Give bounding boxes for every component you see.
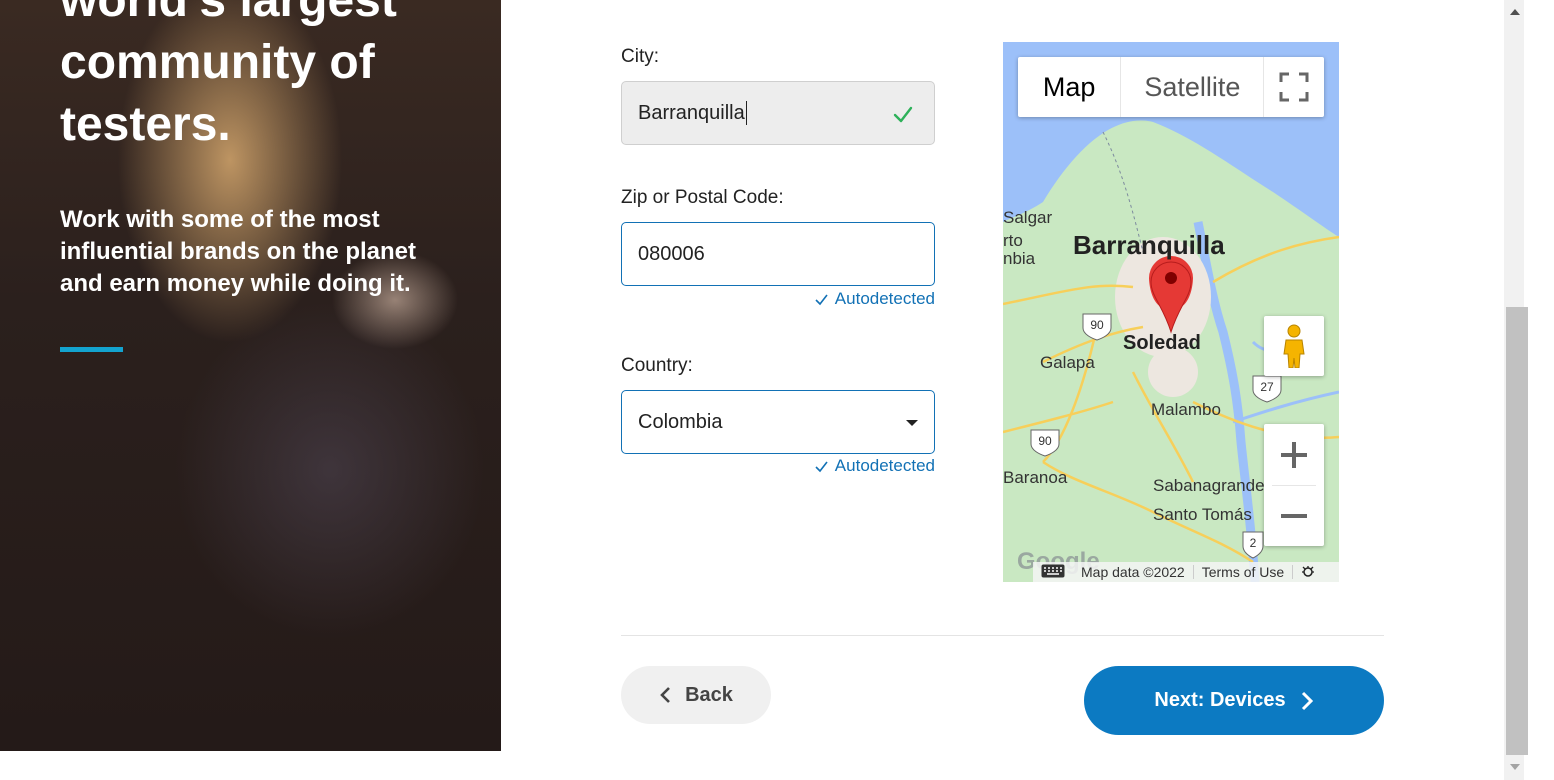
satellite-view-button[interactable]: Satellite [1121,57,1265,117]
map-label-santo-tomas: Santo Tomás [1153,505,1252,524]
map-view-button[interactable]: Map [1018,57,1122,117]
fullscreen-button[interactable] [1264,57,1324,117]
map-label-galapa: Galapa [1040,353,1095,372]
map-data-text: Map data ©2022 [1081,564,1185,580]
city-value: Barranquilla [638,101,745,124]
valid-check-icon [893,106,913,123]
road-shield-label: 90 [1090,318,1104,332]
map-type-control: Map Satellite [1018,57,1324,117]
fullscreen-icon [1279,72,1309,102]
chevron-right-icon [1301,691,1313,710]
city-label: City: [621,46,659,67]
map-footer: Map data ©2022 Terms of Use [1033,562,1339,582]
pegman-icon [1283,324,1305,368]
keyboard-icon [1041,564,1065,577]
country-value: Colombia [638,410,723,433]
next-devices-button[interactable]: Next: Devices [1084,666,1384,735]
hero-title: world's largest community of testers. [60,0,397,151]
hero-panel: world's largest community of testers. Wo… [0,0,501,751]
map-label-barranquilla: Barranquilla [1073,230,1225,260]
road-shield-label: 90 [1038,434,1052,448]
zip-input[interactable]: 080006 [621,222,935,286]
report-error-button[interactable] [1293,564,1323,581]
hero-subtitle: Work with some of the most influential b… [60,206,417,297]
scroll-up-arrow-icon[interactable] [1510,9,1520,15]
back-button[interactable]: Back [621,666,771,724]
text-caret [745,101,747,125]
location-map[interactable]: 90 90 27 2 Barranquilla Soledad Salgar r… [1003,42,1339,582]
dropdown-arrow-icon [906,420,918,426]
map-label-baranoa: Baranoa [1003,468,1068,487]
map-label-malambo: Malambo [1151,400,1221,419]
city-input[interactable]: Barranquilla [621,81,935,145]
zoom-divider [1272,485,1316,486]
map-label-colombia-partial: nbia [1003,249,1036,268]
map-label-soledad: Soledad [1123,332,1201,354]
zoom-control [1264,424,1324,546]
zip-autodetected: Autodetected [814,289,935,309]
map-label-puerto: rto [1003,231,1023,250]
chevron-left-icon [660,687,671,703]
zoom-out-button[interactable] [1264,485,1324,546]
keyboard-shortcuts-button[interactable] [1033,564,1073,581]
terms-of-use-link[interactable]: Terms of Use [1194,564,1292,580]
scroll-down-arrow-icon[interactable] [1510,764,1520,770]
bug-icon [1302,565,1315,577]
zoom-in-button[interactable] [1264,424,1324,485]
check-icon [815,461,828,472]
country-autodetected: Autodetected [814,456,935,476]
map-label-sabanagrande: Sabanagrande [1153,476,1265,495]
road-shield-label: 27 [1260,380,1274,394]
scrollbar-thumb[interactable] [1506,307,1528,755]
zip-label: Zip or Postal Code: [621,187,784,208]
zip-autodetected-text: Autodetected [834,289,935,308]
section-divider [621,635,1384,636]
map-label-salgar: Salgar [1003,208,1053,227]
country-select[interactable]: Colombia [621,390,935,454]
accent-bar [60,347,123,352]
zip-value: 080006 [638,242,705,265]
road-shield-label: 2 [1250,536,1257,550]
country-autodetected-text: Autodetected [834,456,935,475]
street-view-pegman[interactable] [1264,316,1324,376]
plus-icon [1281,441,1307,468]
minus-icon [1281,513,1307,518]
country-label: Country: [621,355,693,376]
back-label: Back [685,683,733,706]
check-icon [815,294,828,305]
next-label: Next: Devices [1154,689,1286,711]
